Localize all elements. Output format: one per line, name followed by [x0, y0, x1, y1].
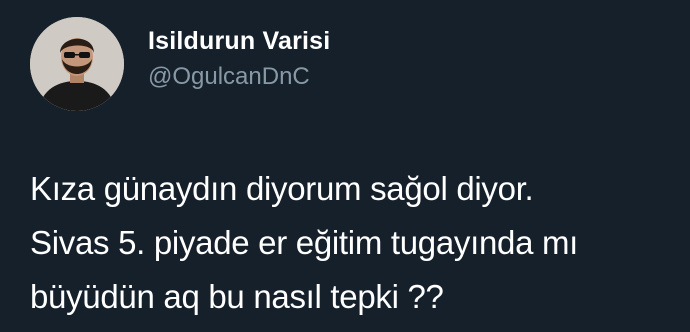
avatar[interactable]: [30, 17, 124, 111]
profile-photo-icon: [30, 17, 124, 111]
tweet-line: Kıza günaydın diyorum sağol diyor.: [30, 170, 534, 207]
display-name[interactable]: Isildurun Varisi: [148, 27, 330, 56]
tweet-card: Isildurun Varisi @OgulcanDnC Kıza günayd…: [0, 0, 690, 332]
tweet-line: büyüdün aq bu nasıl tepki ??: [30, 278, 444, 315]
user-handle[interactable]: @OgulcanDnC: [148, 63, 310, 91]
tweet-line: Sivas 5. piyade er eğitim tugayında mı: [30, 224, 579, 261]
tweet-text: Kıza günaydın diyorum sağol diyor. Sivas…: [30, 162, 680, 324]
